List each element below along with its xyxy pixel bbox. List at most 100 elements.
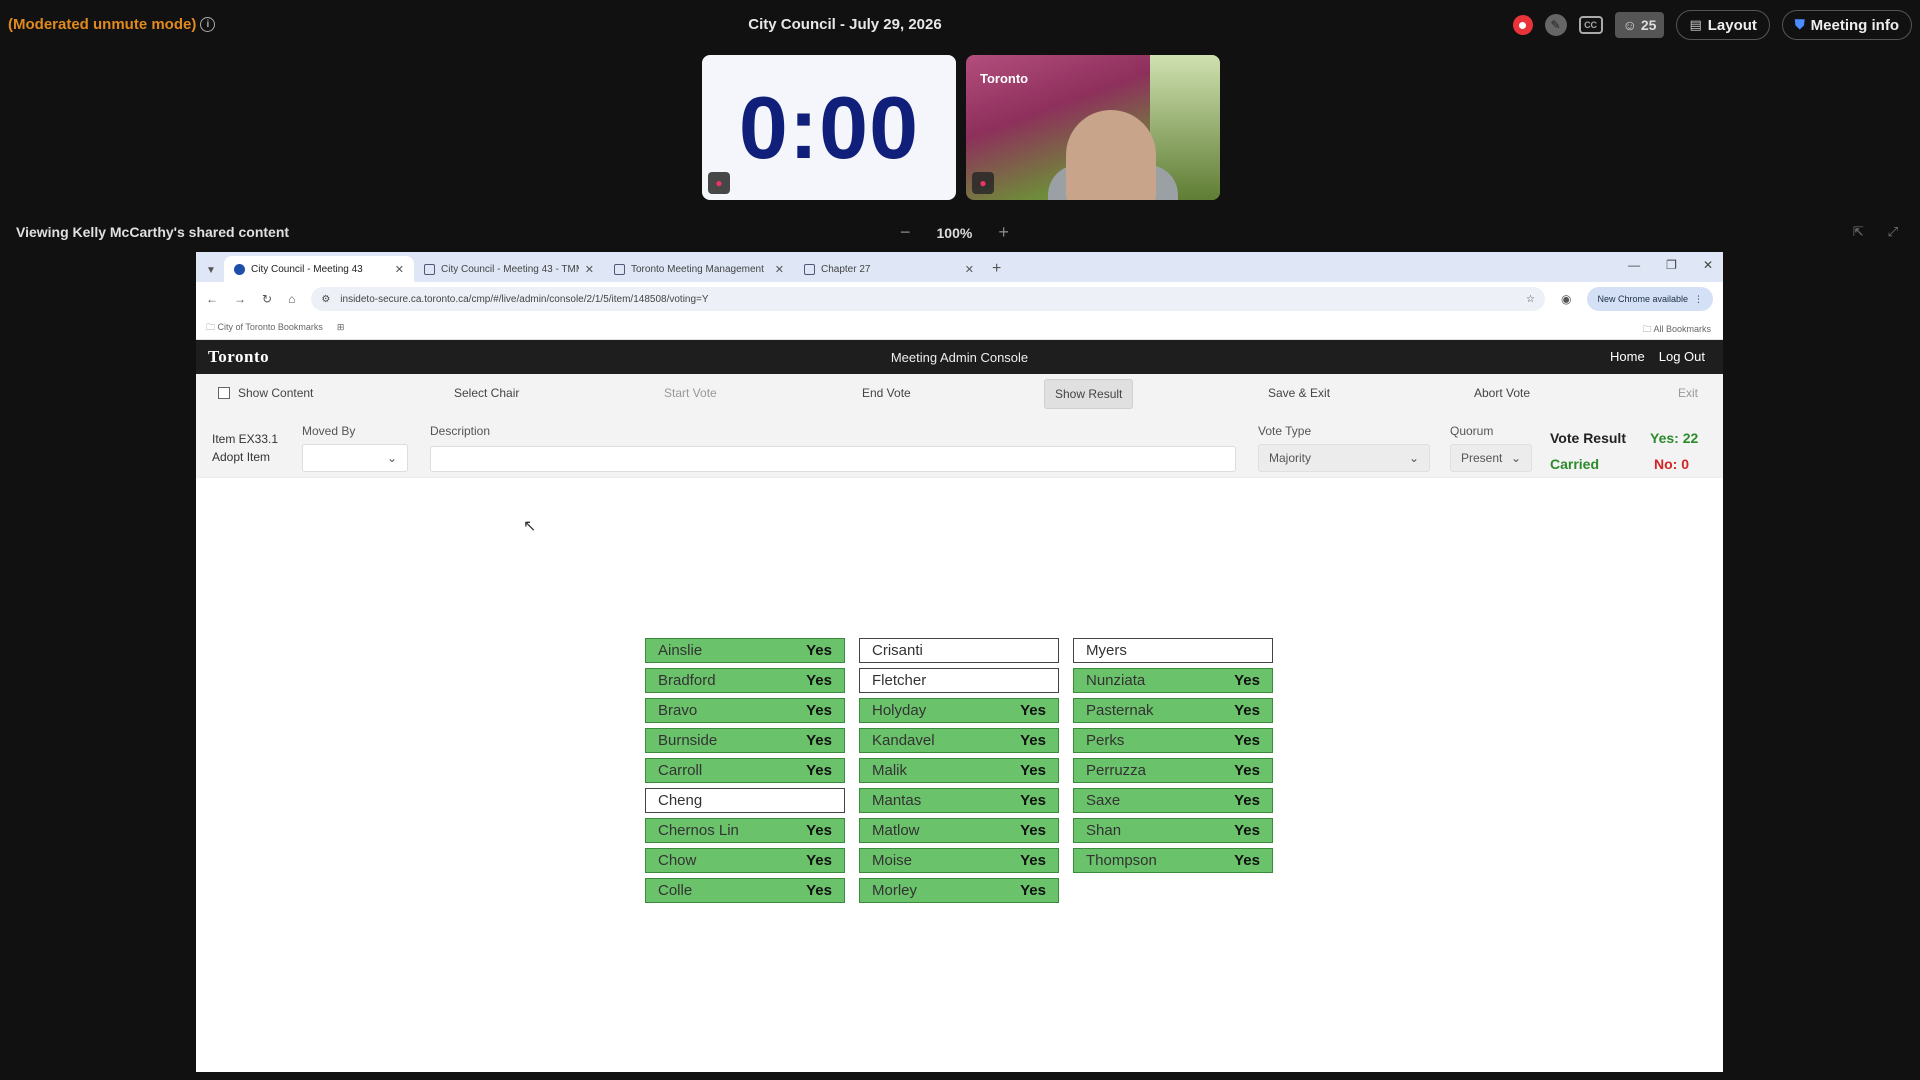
toronto-logo[interactable]: Toronto <box>208 347 269 367</box>
vote-form: Item EX33.1 Adopt Item Moved By ⌄ Descri… <box>196 414 1723 478</box>
vote-value: Yes <box>806 852 832 869</box>
zoom-in-button[interactable]: + <box>998 222 1009 243</box>
folder-icon: 🗀 <box>206 321 216 332</box>
vote-cell: Perruzza Yes <box>1073 758 1273 783</box>
notes-icon[interactable]: ✎ <box>1544 14 1567 36</box>
zoom-out-button[interactable]: − <box>900 222 911 243</box>
bookmark-folder[interactable]: 🗀 City of Toronto Bookmarks <box>206 320 323 336</box>
logout-link[interactable]: Log Out <box>1659 349 1705 364</box>
participants-icon: ☺ <box>1622 17 1637 33</box>
select-chair-button[interactable]: Select Chair <box>454 386 519 400</box>
councillor-name: Saxe <box>1086 792 1121 809</box>
meeting-controls: ✎ CC ☺ 25 ▤ Layout ⛊ Meeting info <box>1512 10 1912 40</box>
vote-cell: Shan Yes <box>1073 818 1273 843</box>
moved-by-label: Moved By <box>302 424 356 438</box>
councillor-name: Pasternak <box>1086 702 1154 719</box>
participants-button[interactable]: ☺ 25 <box>1614 12 1665 38</box>
admin-toolbar: Show Content Select Chair Start Vote End… <box>196 374 1723 414</box>
councillor-name: Bravo <box>658 702 698 719</box>
start-vote-button[interactable]: Start Vote <box>664 386 717 400</box>
vote-value: Yes <box>1020 882 1046 899</box>
profile-icon[interactable]: ◉ <box>1561 292 1571 306</box>
shared-content-bar: Viewing Kelly McCarthy's shared content … <box>0 222 1920 244</box>
show-content-checkbox[interactable] <box>218 387 230 399</box>
end-vote-button[interactable]: End Vote <box>862 386 911 400</box>
tab-search-icon[interactable]: ▼ <box>202 258 220 282</box>
quorum-select[interactable]: Present ⌄ <box>1450 444 1532 472</box>
councillor-name: Perks <box>1086 732 1125 749</box>
fullscreen-icon[interactable]: ⤢ <box>1888 224 1898 240</box>
video-person <box>1066 110 1156 200</box>
back-icon[interactable]: ← <box>206 292 218 306</box>
site-info-icon[interactable]: ⚙ <box>321 294 330 305</box>
councillor-name: Chow <box>658 852 697 869</box>
browser-tab-3[interactable]: Chapter 27 ✕ <box>794 256 984 282</box>
councillor-name: Fletcher <box>872 672 927 689</box>
browser-tab-2[interactable]: Toronto Meeting Management ✕ <box>604 256 794 282</box>
mic-muted-icon: ● <box>708 172 730 194</box>
close-icon[interactable]: ✕ <box>965 263 974 276</box>
vote-cell: Ainslie Yes <box>645 638 845 663</box>
minimize-icon[interactable]: — <box>1628 258 1640 272</box>
vote-type-select[interactable]: Majority ⌄ <box>1258 444 1430 472</box>
pop-out-icon[interactable]: ⇱ <box>1853 224 1864 240</box>
close-icon[interactable]: ✕ <box>395 263 404 276</box>
chrome-update-button[interactable]: New Chrome available ⋮ <box>1587 287 1713 311</box>
new-tab-button[interactable]: + <box>984 256 1009 282</box>
home-link[interactable]: Home <box>1610 349 1645 364</box>
browser-address-bar: ← → ↻ ⌂ ⚙ insideto-secure.ca.toronto.ca/… <box>196 282 1723 316</box>
vote-value: Yes <box>1234 732 1260 749</box>
recording-icon[interactable] <box>1512 15 1533 35</box>
layout-label: Layout <box>1707 16 1757 34</box>
councillor-name: Mantas <box>872 792 922 809</box>
browser-tab-1[interactable]: City Council - Meeting 43 - TMMIS ✕ <box>414 256 604 282</box>
app-title: Meeting Admin Console <box>890 349 1029 365</box>
browser-tab-0[interactable]: City Council - Meeting 43 ✕ <box>224 256 414 282</box>
vote-cell: Mantas Yes <box>859 788 1059 813</box>
reload-icon[interactable]: ↻ <box>262 292 272 306</box>
forward-icon[interactable]: → <box>234 292 246 306</box>
councillor-name: Chernos Lin <box>658 822 739 839</box>
bookmark-star-icon[interactable]: ☆ <box>1526 294 1535 305</box>
restore-icon[interactable]: ❐ <box>1666 258 1677 272</box>
councillor-name: Thompson <box>1086 852 1157 869</box>
vote-result-label: Vote Result <box>1550 430 1626 446</box>
vote-cell: Pasternak Yes <box>1073 698 1273 723</box>
show-result-button[interactable]: Show Result <box>1044 379 1134 409</box>
timer-tile[interactable]: 0:00 ● <box>702 55 956 200</box>
agenda-item: Item EX33.1 Adopt Item <box>212 430 278 466</box>
councillor-name: Perruzza <box>1086 762 1147 779</box>
close-window-icon[interactable]: ✕ <box>1703 258 1713 272</box>
vote-cell: Chow Yes <box>645 848 845 873</box>
all-bookmarks[interactable]: 🗀 All Bookmarks <box>1642 322 1711 338</box>
participant-video-tile[interactable]: Toronto ● <box>966 55 1220 200</box>
chevron-down-icon: ⌄ <box>386 451 397 465</box>
vote-cell: Carroll Yes <box>645 758 845 783</box>
layout-button[interactable]: ▤ Layout <box>1676 10 1770 40</box>
councillor-name: Morley <box>872 882 918 899</box>
mic-muted-icon: ● <box>972 172 994 194</box>
vote-cell: Cheng <box>645 788 845 813</box>
councillor-name: Burnside <box>658 732 718 749</box>
url-field[interactable]: ⚙ insideto-secure.ca.toronto.ca/cmp/#/li… <box>311 287 1545 311</box>
councillor-name: Kandavel <box>872 732 935 749</box>
show-content-label: Show Content <box>238 386 314 400</box>
layout-icon: ▤ <box>1689 17 1702 32</box>
vote-value: Yes <box>1234 702 1260 719</box>
vote-value: Yes <box>1020 822 1046 839</box>
close-icon[interactable]: ✕ <box>585 263 594 276</box>
close-icon[interactable]: ✕ <box>775 263 784 276</box>
vote-cell: Moise Yes <box>859 848 1059 873</box>
description-input[interactable] <box>430 446 1236 472</box>
show-content-toggle[interactable]: Show Content <box>218 386 313 400</box>
closed-captions-icon[interactable]: CC <box>1578 16 1603 34</box>
abort-vote-button[interactable]: Abort Vote <box>1474 386 1530 400</box>
vote-cell: Burnside Yes <box>645 728 845 753</box>
save-exit-button[interactable]: Save & Exit <box>1268 386 1330 400</box>
vote-value: Yes <box>806 762 832 779</box>
home-icon[interactable]: ⌂ <box>288 292 295 306</box>
apps-grid-icon[interactable]: ⊞ <box>337 322 345 333</box>
meeting-info-button[interactable]: ⛊ Meeting info <box>1781 10 1912 40</box>
moved-by-select[interactable]: ⌄ <box>302 444 408 472</box>
exit-button[interactable]: Exit <box>1678 386 1698 400</box>
